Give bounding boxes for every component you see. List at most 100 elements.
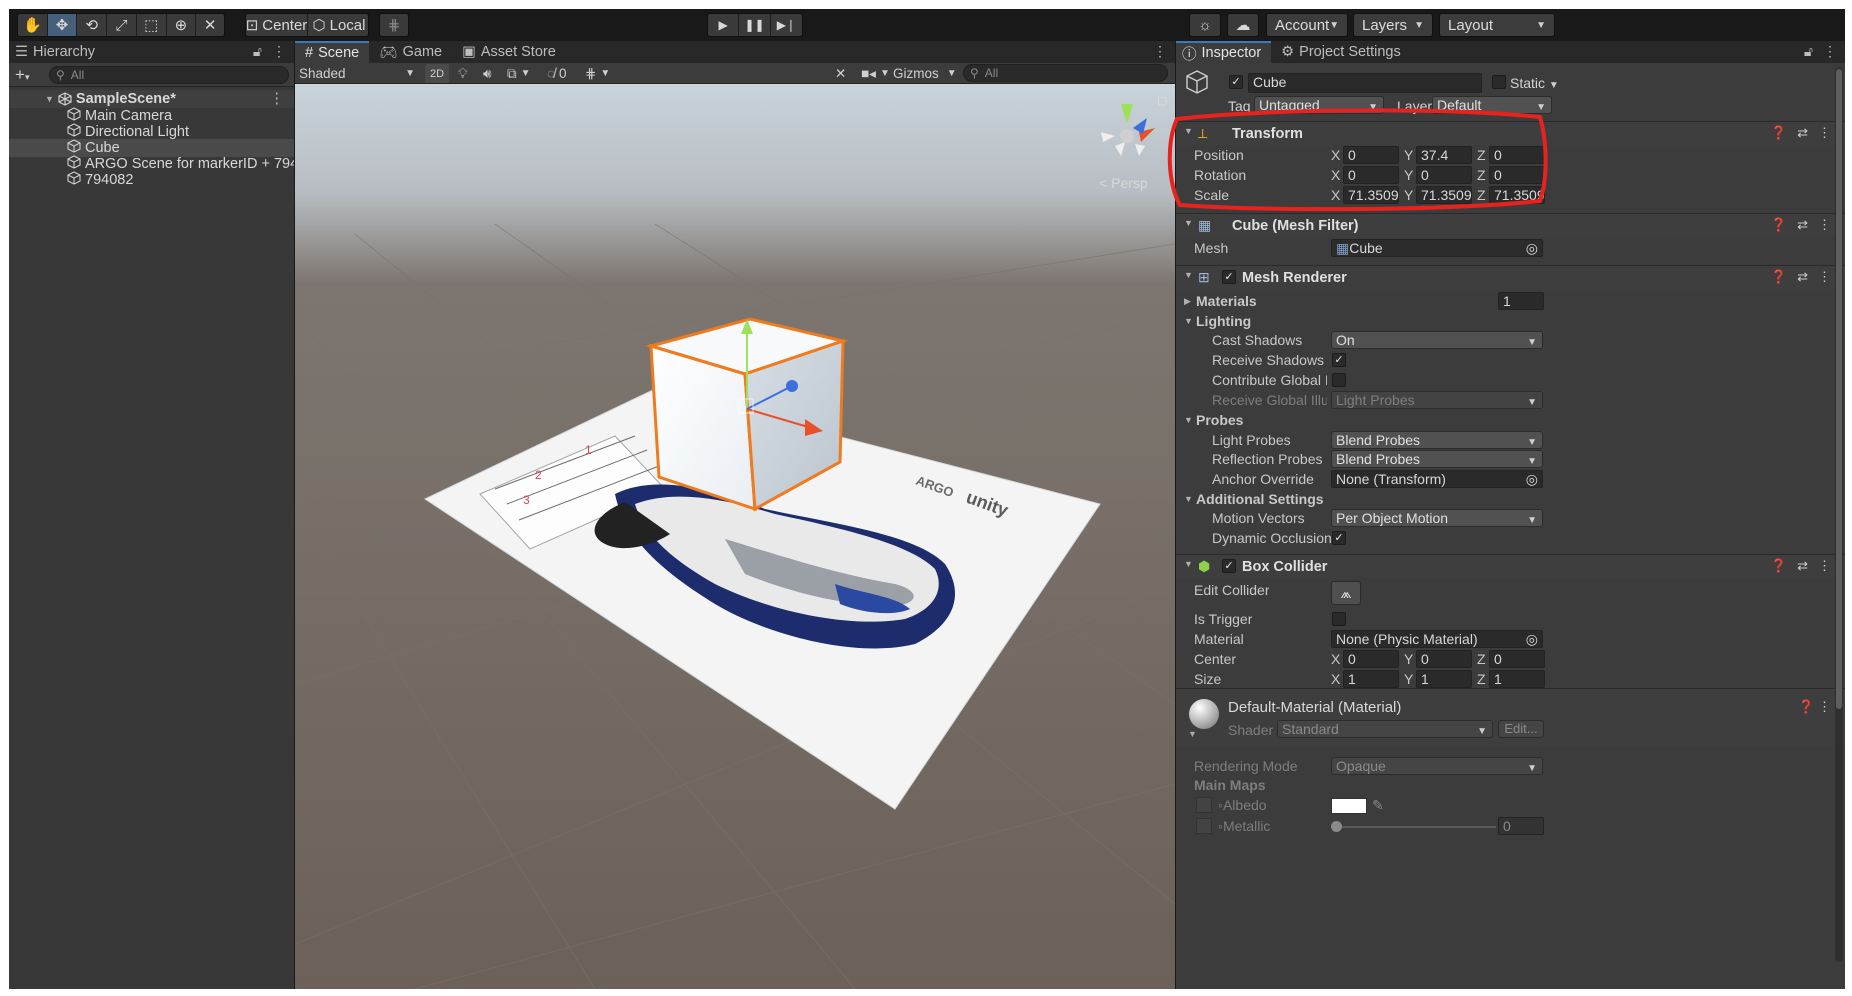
cloud-icon[interactable]: ☁ xyxy=(1228,14,1258,36)
mesh-filter-header[interactable]: ▼ ▦ Cube (Mesh Filter) ❓ ⇄ ⋮ xyxy=(1176,213,1845,237)
lock-icon[interactable]: 🔓︎ xyxy=(1804,43,1813,60)
custom-tool-icon[interactable]: ✕ xyxy=(196,14,224,36)
scene-menu-icon[interactable]: ⋮ xyxy=(270,91,285,107)
expand-arrow-icon[interactable]: ▼ xyxy=(45,94,54,104)
tab-game[interactable]: 🎮︎ Game xyxy=(369,41,452,63)
dynamic-occlusion-checkbox[interactable]: ✓ xyxy=(1332,531,1346,545)
scale-z-field[interactable]: 71.3509 xyxy=(1489,186,1545,204)
position-z-field[interactable]: 0 xyxy=(1489,146,1545,164)
collider-size-x-field[interactable]: 1 xyxy=(1343,670,1399,688)
pivot-local-button[interactable]: ⬡ Local xyxy=(308,14,368,36)
tools-icon[interactable]: ✕ xyxy=(835,64,846,83)
reflection-probes-dropdown[interactable]: Blend Probes ▼ xyxy=(1331,450,1543,468)
cast-shadows-dropdown[interactable]: On ▼ xyxy=(1331,331,1543,349)
layers-dropdown[interactable]: Layers ▼ xyxy=(1353,13,1433,37)
foldout-arrow-icon[interactable]: ▼ xyxy=(1188,729,1197,739)
contribute-gi-checkbox[interactable] xyxy=(1332,373,1346,387)
preset-icon[interactable]: ⇄ xyxy=(1797,125,1808,141)
foldout-arrow-icon[interactable]: ▶ xyxy=(1184,296,1191,307)
eyedropper-icon[interactable]: ✎ xyxy=(1372,797,1384,814)
gizmos-dropdown[interactable]: Gizmos ▼ xyxy=(893,64,957,83)
object-name-field[interactable]: Cube xyxy=(1248,73,1482,93)
help-icon[interactable]: ❓ xyxy=(1771,217,1787,233)
light-probes-dropdown[interactable]: Blend Probes ▼ xyxy=(1331,431,1543,449)
scene-render[interactable]: 2 3 1 ARGO unity < Persp ▢ xyxy=(295,84,1175,989)
inspector-scrollbar[interactable] xyxy=(1835,67,1843,962)
rotation-y-field[interactable]: 0 xyxy=(1416,166,1472,184)
albedo-color-swatch[interactable] xyxy=(1331,798,1367,814)
pause-icon[interactable]: ❚❚ xyxy=(739,14,771,36)
object-picker-icon[interactable]: ◎ xyxy=(1526,471,1538,487)
foldout-arrow-icon[interactable]: ▼ xyxy=(1184,559,1193,569)
lighting-foldout[interactable]: ▼ Lighting xyxy=(1176,311,1845,331)
effects-toggle-icon[interactable]: ⧉ ▼ xyxy=(507,64,531,83)
physic-material-field[interactable]: None (Physic Material) ◎ xyxy=(1331,630,1543,648)
edit-shader-button[interactable]: Edit... xyxy=(1498,720,1544,738)
material-header[interactable]: ▼ Default-Material (Material) ❓ ⋮ Shader… xyxy=(1176,688,1845,746)
foldout-arrow-icon[interactable]: ▼ xyxy=(1184,270,1193,280)
scene-viewport[interactable]: 2 3 1 ARGO unity < Persp ▢ xyxy=(295,84,1175,989)
component-enabled-checkbox[interactable]: ✓ xyxy=(1222,270,1236,284)
tab-project-settings[interactable]: ⚙ Project Settings xyxy=(1271,41,1411,63)
lighting-toggle-icon[interactable]: 💡︎ xyxy=(458,64,467,83)
rotation-z-field[interactable]: 0 xyxy=(1489,166,1545,184)
draw-mode-dropdown[interactable]: Shaded ▼ xyxy=(299,64,419,83)
collider-center-x-field[interactable]: 0 xyxy=(1343,650,1399,668)
albedo-texture-slot[interactable] xyxy=(1196,797,1212,813)
help-icon[interactable]: ❓ xyxy=(1798,699,1814,714)
inspector-scrollbar-thumb[interactable] xyxy=(1836,69,1842,709)
box-collider-header[interactable]: ▼ ⬢ ✓ Box Collider ❓ ⇄ ⋮ xyxy=(1176,554,1845,578)
transform-tool-icon[interactable]: ⊕ xyxy=(167,14,197,36)
mesh-renderer-header[interactable]: ▼ ⊞ ✓ Mesh Renderer ❓ ⇄ ⋮ xyxy=(1176,265,1845,289)
static-checkbox[interactable] xyxy=(1492,75,1506,89)
help-icon[interactable]: ❓ xyxy=(1771,125,1787,141)
collider-size-z-field[interactable]: 1 xyxy=(1489,670,1545,688)
play-icon[interactable]: ▶ xyxy=(708,14,740,36)
collab-icon[interactable]: ☼ xyxy=(1190,14,1220,36)
scale-y-field[interactable]: 71.3509 xyxy=(1416,186,1472,204)
shader-dropdown[interactable]: Standard ▼ xyxy=(1277,720,1493,738)
collider-center-y-field[interactable]: 0 xyxy=(1416,650,1472,668)
layout-dropdown[interactable]: Layout ▼ xyxy=(1439,13,1555,37)
scene-search-input[interactable]: ⚲ All xyxy=(963,64,1168,82)
metallic-texture-slot[interactable] xyxy=(1196,818,1212,834)
hidden-objects-toggle[interactable]: ◌̸ 0 xyxy=(547,64,567,83)
persp-label[interactable]: < Persp xyxy=(1099,175,1148,191)
position-x-field[interactable]: 0 xyxy=(1343,146,1399,164)
collider-center-z-field[interactable]: 0 xyxy=(1489,650,1545,668)
hierarchy-item[interactable]: 794082 xyxy=(9,171,294,189)
create-plus-icon[interactable]: +▾ xyxy=(15,65,29,85)
position-y-field[interactable]: 37.4 xyxy=(1416,146,1472,164)
mesh-field[interactable]: ▦Cube ◎ xyxy=(1331,239,1543,257)
rotate-tool-icon[interactable]: ⟲ xyxy=(77,14,108,36)
camera-icon[interactable]: ■◂ ▼ xyxy=(861,64,890,83)
transform-header[interactable]: ▼ ⟂ Transform ❓ ⇄ ⋮ xyxy=(1176,121,1845,145)
metallic-slider-thumb[interactable] xyxy=(1331,821,1342,832)
scene-row[interactable]: ▼ SampleScene* ⋮ xyxy=(9,90,294,108)
grid-snap-icon[interactable]: ⋕ xyxy=(380,14,408,36)
anchor-override-field[interactable]: None (Transform) ◎ xyxy=(1331,470,1543,488)
layer-dropdown[interactable]: Default ▼ xyxy=(1432,96,1552,114)
tab-scene[interactable]: # Scene xyxy=(295,41,370,63)
additional-settings-foldout[interactable]: ▼ Additional Settings xyxy=(1176,489,1845,509)
motion-vectors-dropdown[interactable]: Per Object Motion ▼ xyxy=(1331,509,1543,527)
more-menu-icon[interactable]: ⋮ xyxy=(1818,217,1831,233)
tag-dropdown[interactable]: Untagged ▼ xyxy=(1254,96,1384,114)
scale-tool-icon[interactable]: ⤢ xyxy=(107,14,137,36)
hand-tool-icon[interactable]: ✋ xyxy=(18,14,48,36)
rect-tool-icon[interactable]: ⬚ xyxy=(137,14,167,36)
more-menu-icon[interactable]: ⋮ xyxy=(1818,125,1831,141)
more-menu-icon[interactable]: ⋮ xyxy=(1818,699,1831,714)
rotation-x-field[interactable]: 0 xyxy=(1343,166,1399,184)
active-checkbox[interactable]: ✓ xyxy=(1229,75,1243,89)
pivot-center-button[interactable]: ⊡ Center xyxy=(246,14,308,36)
more-menu-icon[interactable]: ⋮ xyxy=(272,43,286,60)
object-picker-icon[interactable]: ◎ xyxy=(1526,240,1538,256)
audio-toggle-icon[interactable]: 🔊︎ xyxy=(483,64,492,83)
tab-hierarchy[interactable]: ☰ Hierarchy xyxy=(9,41,105,63)
foldout-arrow-icon[interactable]: ▼ xyxy=(1184,316,1193,326)
edit-collider-button[interactable]: ⩕ xyxy=(1331,581,1361,605)
tab-inspector[interactable]: ⓘ Inspector xyxy=(1176,41,1272,63)
hierarchy-search-input[interactable]: ⚲ All xyxy=(49,66,289,84)
object-picker-icon[interactable]: ◎ xyxy=(1526,631,1538,647)
